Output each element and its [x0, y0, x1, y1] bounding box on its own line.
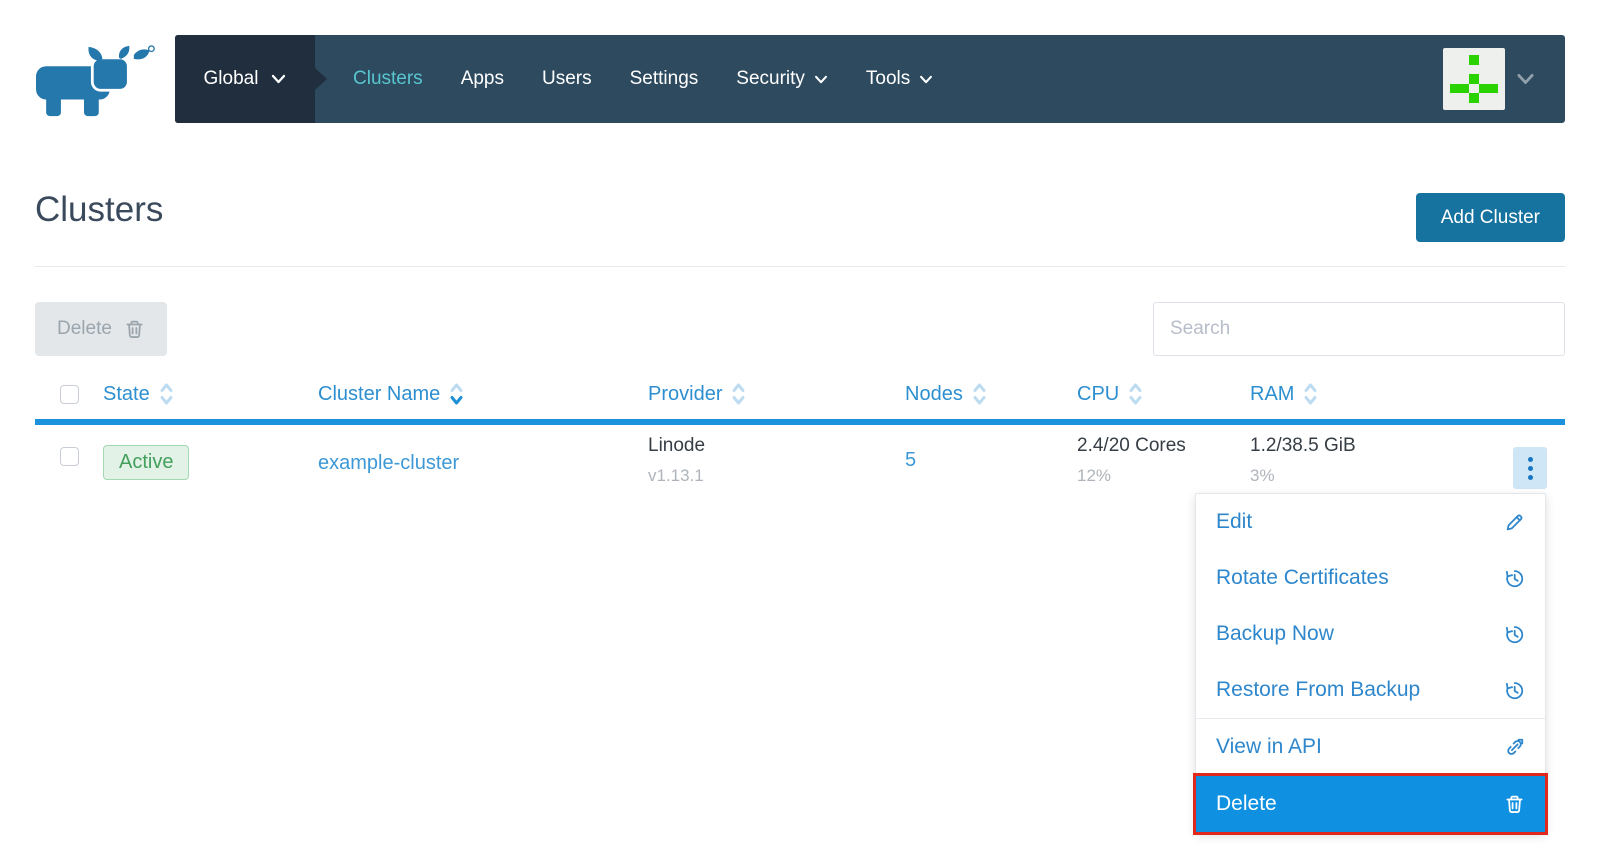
- ram-usage: 1.2/38.5 GiB: [1250, 435, 1490, 457]
- divider: [35, 266, 1565, 267]
- sort-icon: [1128, 380, 1143, 408]
- pencil-icon: [1504, 512, 1525, 533]
- column-header-cpu[interactable]: CPU: [1077, 380, 1250, 408]
- chevron-down-icon: [919, 75, 933, 84]
- column-header-provider[interactable]: Provider: [648, 380, 905, 408]
- cluster-name-link[interactable]: example-cluster: [318, 452, 648, 475]
- chevron-down-icon: [1516, 73, 1535, 85]
- page-title: Clusters: [35, 190, 163, 230]
- nav-item-apps[interactable]: Apps: [461, 68, 504, 90]
- bulk-delete-button[interactable]: Delete: [35, 302, 167, 356]
- menu-item-delete[interactable]: Delete: [1196, 776, 1545, 832]
- history-icon: [1504, 568, 1525, 589]
- add-cluster-button[interactable]: Add Cluster: [1416, 193, 1565, 242]
- provider-version: v1.13.1: [648, 466, 905, 486]
- sort-icon: [159, 380, 174, 408]
- provider-name: Linode: [648, 435, 905, 457]
- row-actions-kebab-button[interactable]: [1513, 447, 1547, 489]
- nav-item-tools[interactable]: Tools: [866, 68, 933, 90]
- menu-item-rotate-certificates[interactable]: Rotate Certificates: [1196, 550, 1545, 606]
- nodes-count-link[interactable]: 5: [905, 449, 1077, 472]
- column-header-nodes[interactable]: Nodes: [905, 380, 1077, 408]
- trash-icon: [124, 319, 145, 340]
- row-checkbox[interactable]: [60, 447, 79, 466]
- cpu-usage: 2.4/20 Cores: [1077, 435, 1250, 457]
- column-header-state[interactable]: State: [103, 380, 318, 408]
- column-header-ram[interactable]: RAM: [1250, 380, 1490, 408]
- status-badge: Active: [103, 445, 189, 480]
- history-icon: [1504, 624, 1525, 645]
- table-header-row: State Cluster Name Provider Nodes CPU RA…: [35, 369, 1565, 425]
- trash-icon: [1504, 794, 1525, 815]
- table-row: Active example-cluster Linode v1.13.1 5 …: [35, 425, 1565, 501]
- nav-item-clusters[interactable]: Clusters: [353, 68, 423, 90]
- nav-item-security[interactable]: Security: [736, 68, 828, 90]
- environment-label: Global: [204, 68, 259, 90]
- nav-item-users[interactable]: Users: [542, 68, 592, 90]
- top-navbar: Global Clusters Apps Users Settings Secu…: [175, 35, 1565, 123]
- external-link-icon: [1504, 737, 1525, 758]
- sort-icon: [449, 380, 464, 408]
- sort-icon: [972, 380, 987, 408]
- chevron-down-icon: [271, 74, 286, 84]
- menu-item-restore-from-backup[interactable]: Restore From Backup: [1196, 662, 1545, 718]
- history-icon: [1504, 680, 1525, 701]
- nav-item-settings[interactable]: Settings: [630, 68, 699, 90]
- clusters-table: State Cluster Name Provider Nodes CPU RA…: [35, 369, 1565, 501]
- user-menu[interactable]: [1443, 48, 1565, 110]
- chevron-down-icon: [814, 75, 828, 84]
- row-actions-menu: Edit Rotate Certificates Backup Now Rest…: [1195, 493, 1546, 833]
- main-nav: Clusters Apps Users Settings Security To…: [353, 68, 933, 90]
- rancher-logo[interactable]: [36, 42, 156, 120]
- select-all-checkbox[interactable]: [60, 385, 79, 404]
- cpu-percent: 12%: [1077, 466, 1250, 486]
- environment-switcher[interactable]: Global: [175, 35, 315, 123]
- ram-percent: 3%: [1250, 466, 1490, 486]
- sort-icon: [731, 380, 746, 408]
- user-avatar[interactable]: [1443, 48, 1505, 110]
- search-input[interactable]: [1153, 302, 1565, 356]
- avatar-identicon: [1450, 55, 1498, 103]
- menu-item-edit[interactable]: Edit: [1196, 494, 1545, 550]
- column-header-cluster-name[interactable]: Cluster Name: [318, 380, 648, 408]
- menu-item-backup-now[interactable]: Backup Now: [1196, 606, 1545, 662]
- menu-item-view-in-api[interactable]: View in API: [1196, 719, 1545, 775]
- sort-icon: [1303, 380, 1318, 408]
